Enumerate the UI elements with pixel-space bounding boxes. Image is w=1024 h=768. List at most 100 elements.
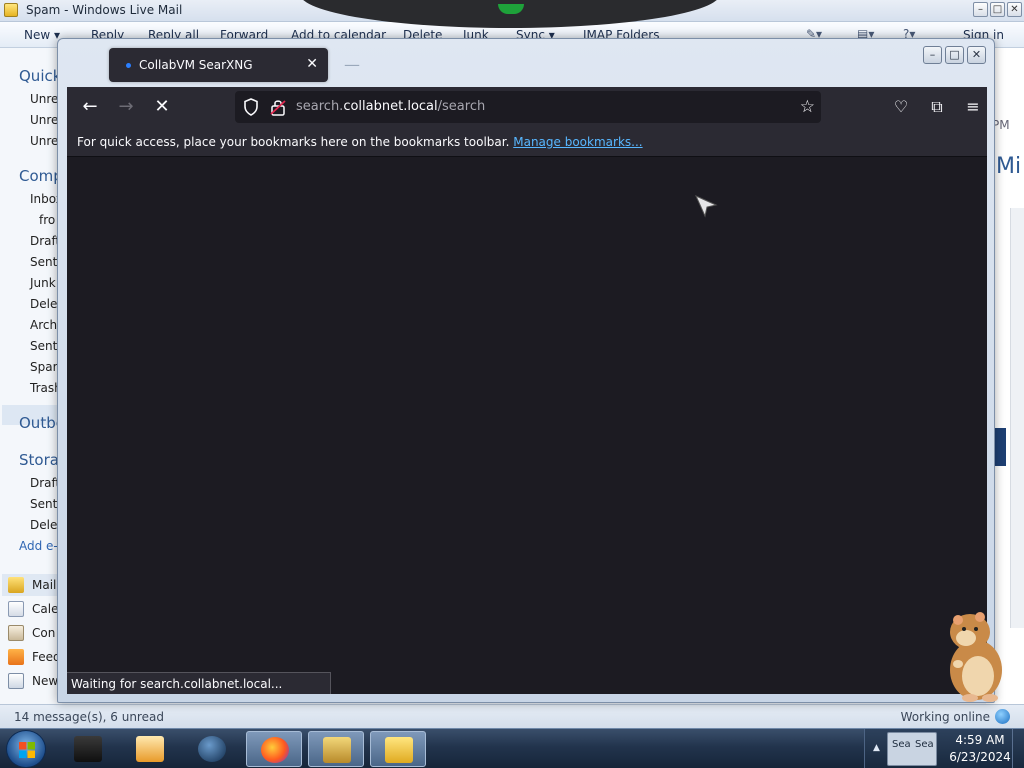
insecure-lock-icon[interactable] — [269, 97, 287, 117]
message-count: 14 message(s), 6 unread — [14, 710, 164, 724]
selection-bar — [994, 428, 1006, 466]
minimize-icon[interactable]: – — [923, 46, 942, 64]
wlm-folder-pane: Quick Unre Unre Unre Comp Inbox fro Draf… — [0, 48, 62, 704]
pocket-icon[interactable]: ♡ — [889, 95, 913, 119]
calendar-icon — [8, 601, 24, 617]
hamster-mascot-icon — [950, 612, 1002, 702]
page-content-area[interactable]: Waiting for search.collabnet.local... — [67, 157, 987, 694]
forward-button[interactable]: → — [114, 95, 138, 119]
storage-drafts[interactable]: Draft — [30, 476, 60, 490]
module-label: New — [32, 674, 59, 688]
close-icon[interactable]: ✕ — [1007, 2, 1022, 17]
module-newsgroups[interactable]: New — [8, 672, 58, 690]
status-panel: Waiting for search.collabnet.local... — [67, 672, 331, 694]
firefox-window: CollabVM SearXNG ✕ — – □ ✕ ← → ✕ search.… — [57, 38, 995, 703]
maximize-icon[interactable]: □ — [990, 2, 1005, 17]
tray-search-icons[interactable]: Sea Sea — [887, 732, 937, 766]
folder-junk[interactable]: Junk — [30, 276, 56, 290]
address-bar[interactable]: search.collabnet.local/search ☆ — [235, 91, 821, 123]
bookmarks-hint: For quick access, place your bookmarks h… — [77, 135, 643, 149]
start-button[interactable] — [6, 730, 46, 768]
module-label: Con — [32, 626, 56, 640]
hamburger-menu-icon[interactable]: ≡ — [961, 95, 985, 119]
taskbar-app-box[interactable] — [308, 731, 364, 767]
taskbar-app-terminal[interactable] — [60, 731, 116, 767]
quick-views-header[interactable]: Quick — [19, 67, 61, 85]
firefox-icon — [261, 737, 289, 763]
taskbar-app-media-player[interactable] — [122, 731, 178, 767]
add-account-link[interactable]: Add e- — [19, 539, 58, 553]
wlm-window-controls: – □ ✕ — [973, 2, 1022, 17]
tab-close-icon[interactable]: ✕ — [306, 56, 318, 72]
globe-app-icon — [198, 736, 226, 762]
connection-status: Working online — [900, 710, 990, 724]
mail-icon — [385, 737, 413, 763]
mail-icon — [8, 577, 24, 593]
folder-drafts[interactable]: Draft — [30, 234, 60, 248]
minimize-icon[interactable]: – — [973, 2, 988, 17]
clock-date[interactable]: 6/23/2024 — [945, 750, 1015, 764]
status-text: Waiting for search.collabnet.local... — [71, 677, 283, 691]
terminal-icon — [74, 736, 102, 762]
module-feeds[interactable]: Feed — [8, 648, 61, 666]
media-player-icon — [136, 736, 164, 762]
bookmark-star-icon[interactable]: ☆ — [800, 97, 815, 117]
new-tab-icon[interactable]: — — [344, 55, 360, 74]
close-icon[interactable]: ✕ — [967, 46, 986, 64]
globe-icon — [995, 709, 1010, 724]
mouse-cursor-icon — [695, 195, 718, 218]
stop-loading-button[interactable]: ✕ — [150, 95, 174, 119]
tray-label: Sea — [892, 739, 911, 750]
heading-fragment: Mi — [996, 154, 1022, 179]
url-text: search.collabnet.local/search — [296, 99, 486, 114]
system-tray: ▲ Sea Sea 4:59 AM 6/23/2024 — [864, 729, 1024, 768]
navigation-toolbar: ← → ✕ search.collabnet.local/search ☆ ♡ … — [67, 87, 987, 127]
show-hidden-icons[interactable]: ▲ — [873, 743, 880, 753]
wlm-app-icon — [4, 3, 18, 17]
storage-header[interactable]: Storag — [19, 451, 62, 469]
bookmarks-hint-text: For quick access, place your bookmarks h… — [77, 135, 510, 149]
firefox-title-bar: CollabVM SearXNG ✕ — – □ ✕ — [58, 39, 994, 87]
module-label: Cale — [32, 602, 59, 616]
storage-sent[interactable]: Sent — [30, 497, 57, 511]
folder-archive[interactable]: Archi — [30, 318, 60, 332]
folder-sent-2[interactable]: Sent — [30, 339, 57, 353]
bookmarks-toolbar: For quick access, place your bookmarks h… — [67, 127, 987, 157]
hamster-box-icon — [323, 737, 351, 763]
manage-bookmarks-link[interactable]: Manage bookmarks... — [513, 135, 642, 149]
reading-pane-scrollbar[interactable] — [1010, 208, 1024, 628]
quick-view-item[interactable]: Unre — [30, 113, 58, 127]
quick-view-item[interactable]: Unre — [30, 92, 58, 106]
newsgroups-icon — [8, 673, 24, 689]
module-label: Mail — [32, 578, 57, 592]
taskbar-app-globe[interactable] — [184, 731, 240, 767]
tab-loading-icon — [126, 63, 131, 68]
taskbar-app-firefox[interactable] — [246, 731, 302, 767]
wlm-window-title: Spam - Windows Live Mail — [26, 3, 183, 17]
taskbar-app-windows-live-mail[interactable] — [370, 731, 426, 767]
folder-sent[interactable]: Sent — [30, 255, 57, 269]
module-mail[interactable]: Mail — [8, 576, 56, 594]
show-desktop-button[interactable] — [1012, 729, 1024, 768]
windows-logo-icon — [19, 742, 35, 758]
wlm-status-bar: 14 message(s), 6 unread Working online — [0, 704, 1024, 728]
clock-time[interactable]: 4:59 AM — [949, 733, 1011, 747]
contacts-icon — [8, 625, 24, 641]
taskbar: ▲ Sea Sea 4:59 AM 6/23/2024 — [0, 728, 1024, 768]
folder-subitem[interactable]: fro — [39, 213, 55, 227]
tray-label: Sea — [915, 739, 934, 750]
module-contacts[interactable]: Con — [8, 624, 55, 642]
outbox-header[interactable]: Outbo — [19, 414, 62, 432]
maximize-icon[interactable]: □ — [945, 46, 964, 64]
back-button[interactable]: ← — [78, 95, 102, 119]
firefox-window-controls: – □ ✕ — [923, 46, 986, 64]
account-header[interactable]: Comp — [19, 167, 62, 185]
quick-view-item[interactable]: Unre — [30, 134, 58, 148]
gadget-indicator — [498, 4, 524, 14]
new-button[interactable]: New ▾ — [24, 28, 60, 42]
shield-icon[interactable] — [241, 97, 261, 117]
browser-tab[interactable]: CollabVM SearXNG ✕ — [109, 48, 328, 82]
module-calendar[interactable]: Cale — [8, 600, 58, 618]
tab-title: CollabVM SearXNG — [139, 58, 253, 72]
extensions-icon[interactable]: ⧉ — [925, 95, 949, 119]
